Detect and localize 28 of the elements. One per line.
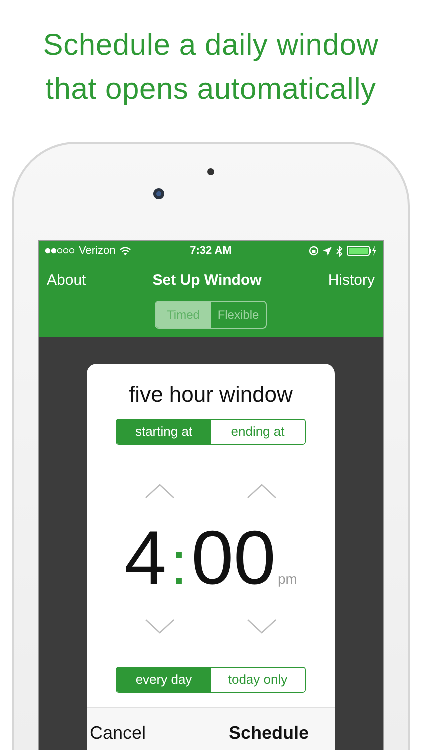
schedule-button[interactable]: Schedule xyxy=(228,720,309,746)
bluetooth-icon xyxy=(336,246,343,256)
minute-up-icon[interactable] xyxy=(247,483,277,499)
wifi-icon xyxy=(120,246,131,256)
cancel-button[interactable]: Cancel xyxy=(90,720,146,746)
hour-down-icon[interactable] xyxy=(145,619,175,635)
location-arrow-icon xyxy=(323,246,332,256)
rotation-lock-icon xyxy=(309,246,319,256)
time-separator: : xyxy=(170,534,188,594)
mode-tab[interactable]: Flexible xyxy=(211,302,266,328)
camera-icon xyxy=(153,188,165,200)
signal-icon xyxy=(45,248,75,254)
hour-digit: 4 xyxy=(124,521,167,597)
hour-up-icon[interactable] xyxy=(145,483,175,499)
minute-digits: 00 xyxy=(191,521,276,597)
anchor-tab[interactable]: starting at xyxy=(117,420,211,444)
minute-down-icon[interactable] xyxy=(247,619,277,635)
battery-icon xyxy=(347,246,377,256)
sensor-icon xyxy=(207,168,215,176)
headline: Schedule a daily window that opens automatically xyxy=(42,28,380,108)
clock-time: 7:32 AM xyxy=(190,244,232,259)
carrier-name: Verizon xyxy=(79,244,116,259)
history-button[interactable]: History xyxy=(328,270,375,292)
about-button[interactable]: About xyxy=(47,270,86,292)
repeat-tab[interactable]: every day xyxy=(117,668,211,692)
period-label: pm xyxy=(278,572,298,586)
window-title: five hour window xyxy=(128,381,294,409)
screen-title: Set Up Window xyxy=(152,270,262,291)
